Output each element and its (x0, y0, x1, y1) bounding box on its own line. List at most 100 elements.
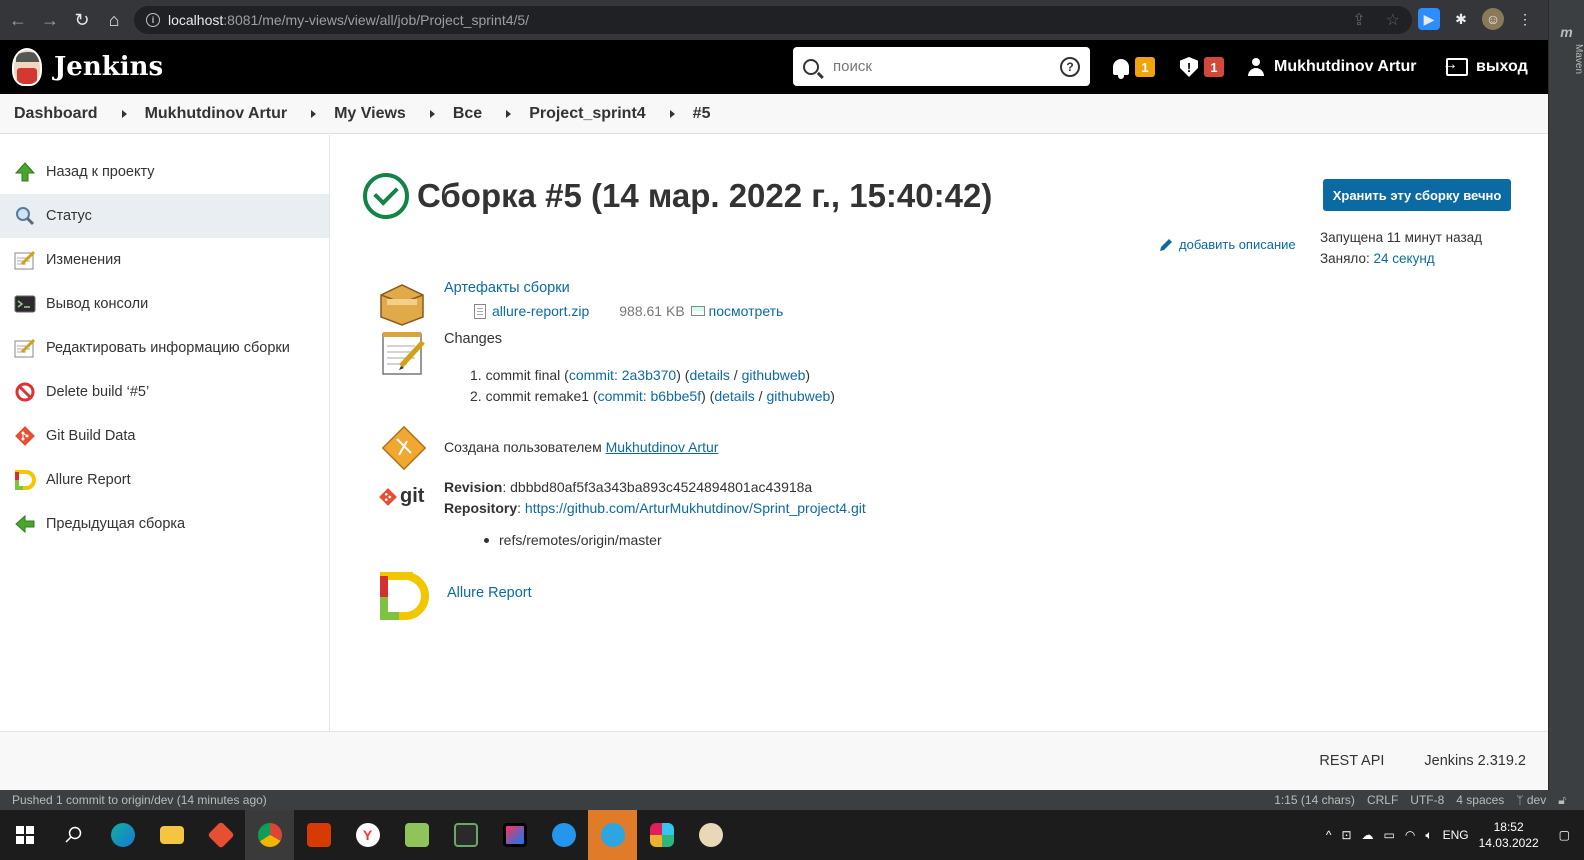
slack-icon[interactable] (637, 810, 686, 860)
crumb-project[interactable]: Project_sprint4 (529, 105, 645, 123)
sidebar-item-git-build-data[interactable]: Git Build Data (0, 414, 329, 458)
battery-icon[interactable]: ▭ (1384, 828, 1395, 842)
jenkins-logo[interactable]: Jenkins (12, 48, 163, 86)
keep-build-forever-button[interactable]: Хранить эту сборку вечно (1323, 179, 1511, 211)
intellij-idea-icon[interactable] (490, 810, 539, 860)
rest-api-link[interactable]: REST API (1319, 753, 1384, 769)
details-link[interactable]: details (714, 388, 754, 404)
commit-link[interactable]: commit: 2a3b370 (569, 367, 676, 383)
telegram-icon[interactable] (588, 810, 637, 860)
repository-label: Repository (444, 500, 518, 516)
allure-icon (380, 572, 429, 620)
docker-icon[interactable] (539, 810, 588, 860)
list-item: refs/remotes/origin/master (484, 532, 662, 548)
sidebar-item-previous-build[interactable]: Предыдущая сборка (0, 502, 329, 546)
sidebar-item-status[interactable]: Статус (0, 194, 329, 238)
crumb-all[interactable]: Все (453, 105, 482, 123)
windows-taskbar: Y ^ ⊡ ☁ ▭ ◠ 🔈︎ ENG 18:52 14.03.2022 ▢ (0, 810, 1584, 860)
ide-encoding[interactable]: UTF-8 (1410, 793, 1444, 808)
search-input[interactable] (833, 58, 1060, 75)
githubweb-link[interactable]: githubweb (742, 367, 806, 383)
lock-icon[interactable]: 🔓︎ (1558, 793, 1566, 808)
help-icon[interactable]: ? (1060, 56, 1080, 77)
ide-indent[interactable]: 4 spaces (1456, 793, 1504, 808)
githubweb-link[interactable]: githubweb (766, 388, 830, 404)
windows-start-icon[interactable] (0, 810, 49, 860)
crumb-user[interactable]: Mukhutdinov Artur (145, 105, 288, 123)
taskbar-clock[interactable]: 18:52 14.03.2022 (1479, 819, 1539, 851)
add-description-link[interactable]: добавить описание (1159, 237, 1296, 252)
sidebar-item-edit-build-info[interactable]: Редактировать информацию сборки (0, 326, 329, 370)
details-link[interactable]: details (689, 367, 729, 383)
office-icon[interactable] (294, 810, 343, 860)
user-menu[interactable]: Mukhutdinov Artur (1248, 40, 1417, 94)
ide-cursor-position[interactable]: 1:15 (14 chars) (1274, 793, 1355, 808)
crumb-my-views[interactable]: My Views (334, 105, 406, 123)
commit-link[interactable]: commit: b6bbe5f (598, 388, 702, 404)
crumb-build[interactable]: #5 (693, 105, 711, 123)
jenkins-version-link[interactable]: Jenkins 2.319.2 (1424, 753, 1526, 769)
chrome-icon[interactable] (245, 810, 294, 860)
maven-m-icon[interactable]: m (1549, 24, 1584, 40)
artifacts-link[interactable]: Артефакты сборки (444, 280, 570, 296)
artifact-download-link[interactable]: allure-report.zip (492, 303, 589, 319)
ide-git-branch[interactable]: ᛘ dev (1516, 793, 1546, 808)
artifact-view-link[interactable]: посмотреть (709, 303, 784, 319)
logout-button[interactable]: выход (1442, 40, 1528, 94)
git-icon (14, 425, 36, 447)
zoom-extension-icon[interactable]: ▶ (1418, 8, 1440, 30)
language-indicator[interactable]: ENG (1443, 828, 1469, 842)
maven-tab[interactable]: Maven (1549, 44, 1584, 74)
sidebar-item-console[interactable]: Вывод консоли (0, 282, 329, 326)
sidebar-item-back-to-project[interactable]: Назад к проекту (0, 150, 329, 194)
ide-status-message[interactable]: Pushed 1 commit to origin/dev (14 minute… (12, 793, 267, 807)
duration-link[interactable]: 24 секунд (1373, 251, 1434, 266)
edge-icon[interactable] (98, 810, 147, 860)
notepad-plus-icon[interactable] (392, 810, 441, 860)
back-icon[interactable]: ← (2, 4, 34, 36)
logo-text: Jenkins (54, 52, 164, 82)
taskbar-search-icon[interactable] (49, 810, 98, 860)
forward-icon[interactable]: → (34, 4, 66, 36)
paint-icon[interactable] (686, 810, 735, 860)
crumb-dashboard[interactable]: Dashboard (14, 105, 98, 123)
sidebar-item-delete-build[interactable]: Delete build ‘#5’ (0, 370, 329, 414)
crumb-separator-icon[interactable] (311, 109, 317, 118)
address-bar[interactable]: i localhost:8081/me/my-views/view/all/jo… (134, 6, 1412, 34)
git-client-icon[interactable] (196, 810, 245, 860)
reload-icon[interactable]: ↻ (66, 4, 98, 36)
onedrive-cloud-icon[interactable]: ☁ (1362, 828, 1374, 842)
wifi-icon[interactable]: ◠ (1405, 828, 1415, 842)
yandex-browser-icon[interactable]: Y (343, 810, 392, 860)
meet-now-icon[interactable]: ⊡ (1341, 828, 1351, 842)
tray-chevron-icon[interactable]: ^ (1326, 828, 1332, 842)
ide-line-separator[interactable]: CRLF (1367, 793, 1398, 808)
crumb-separator-icon[interactable] (429, 109, 435, 118)
changes-list: 1. commit final (commit: 2a3b370) (detai… (470, 365, 835, 407)
git-logo: git (379, 485, 424, 508)
repository-link[interactable]: https://github.com/ArturMukhutdinov/Spri… (525, 500, 866, 516)
puzzle-extensions-icon[interactable]: ✱ (1450, 8, 1472, 30)
bookmark-star-icon[interactable]: ☆ (1386, 10, 1400, 30)
security-button[interactable]: ! 1 (1180, 40, 1224, 94)
share-icon[interactable]: ⇪ (1352, 10, 1365, 30)
notifications-center-icon[interactable]: ▢ (1559, 828, 1570, 842)
crumb-separator-icon[interactable] (669, 109, 675, 118)
home-icon[interactable]: ⌂ (98, 4, 130, 36)
crumb-separator-icon[interactable] (506, 109, 512, 118)
created-by-user-link[interactable]: Mukhutdinov Artur (606, 439, 719, 455)
profile-avatar-icon[interactable]: ☺ (1482, 8, 1504, 30)
magnifier-icon (14, 205, 36, 227)
success-check-icon (363, 173, 409, 219)
volume-icon[interactable]: 🔈︎ (1425, 828, 1432, 843)
notifications-button[interactable]: 1 (1113, 40, 1155, 94)
sidebar-item-allure-report[interactable]: Allure Report (0, 458, 329, 502)
site-info-icon[interactable]: i (146, 13, 160, 27)
kebab-menu-icon[interactable]: ⋮ (1514, 8, 1536, 30)
crumb-separator-icon[interactable] (121, 109, 127, 118)
sidebar-item-changes[interactable]: Изменения (0, 238, 329, 282)
terminal-app-icon[interactable] (441, 810, 490, 860)
file-explorer-icon[interactable] (147, 810, 196, 860)
allure-report-link[interactable]: Allure Report (447, 585, 532, 601)
started-text: Запущена 11 минут назад (1320, 230, 1483, 245)
